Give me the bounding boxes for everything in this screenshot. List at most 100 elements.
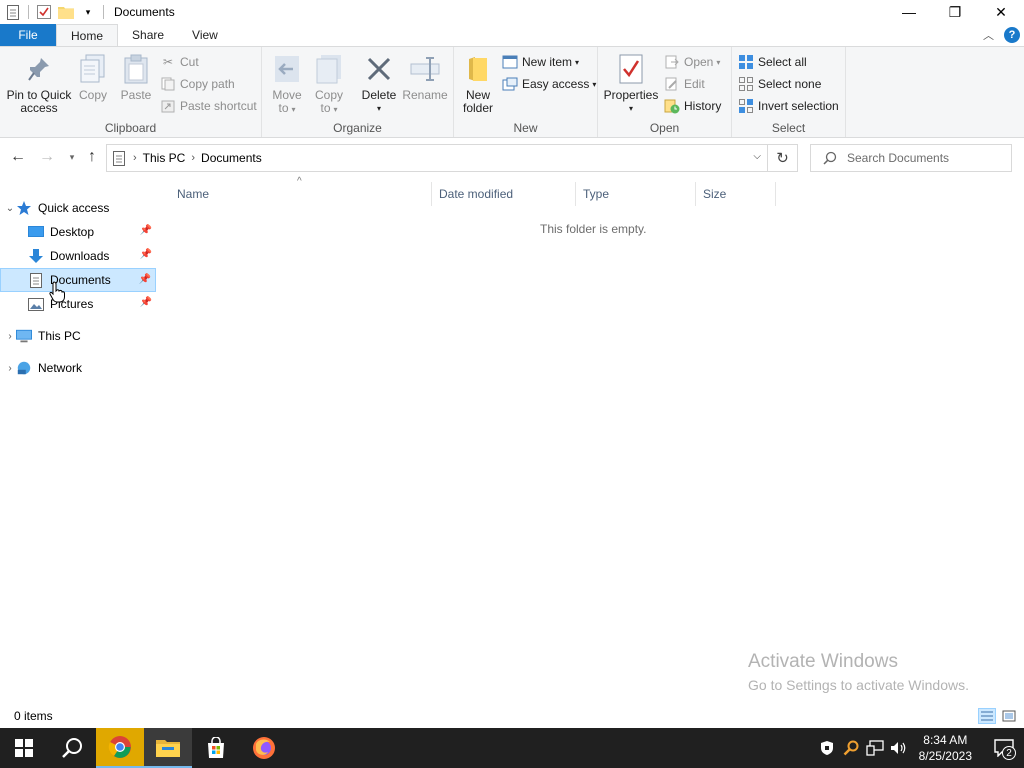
invert-selection-label: Invert selection [758, 99, 839, 113]
new-folder-button[interactable]: New folder [460, 53, 496, 115]
column-header-date-modified[interactable]: Date modified [432, 182, 576, 206]
nav-item-desktop[interactable]: Desktop 📌 [0, 220, 156, 244]
easy-access-button[interactable]: Easy access ▾ [502, 74, 596, 94]
move-to-label-line2: to ▾ [278, 102, 295, 116]
nav-item-downloads[interactable]: Downloads 📌 [0, 244, 156, 268]
help-icon[interactable]: ? [1004, 27, 1020, 43]
properties-icon[interactable] [36, 4, 52, 20]
details-view-icon[interactable] [978, 708, 996, 724]
pin-to-quick-access-button[interactable]: Pin to Quick access [6, 53, 72, 115]
properties-label: Properties [603, 88, 659, 102]
firefox-icon[interactable] [240, 728, 288, 768]
open-button[interactable]: Open ▾ [664, 52, 720, 72]
nav-item-pictures[interactable]: Pictures 📌 [0, 292, 156, 316]
clock-date: 8/25/2023 [918, 749, 972, 763]
view-switcher [978, 708, 1018, 724]
copy-button[interactable]: Copy [76, 53, 110, 102]
breadcrumb-separator-chevron-icon[interactable]: › [191, 152, 195, 164]
nav-quick-access-label: Quick access [38, 201, 110, 215]
location-document-icon [113, 150, 125, 166]
address-bar[interactable]: › This PC › Documents ⌵ [106, 144, 768, 172]
paste-button[interactable]: Paste [116, 53, 156, 102]
column-header-type[interactable]: Type [576, 182, 696, 206]
network-tray-icon[interactable] [863, 728, 887, 768]
invert-selection-button[interactable]: Invert selection [738, 96, 839, 116]
pin-label-line2: access [20, 101, 58, 115]
scissors-icon: ✂ [162, 55, 174, 69]
volume-icon[interactable] [887, 728, 911, 768]
microsoft-store-icon[interactable] [192, 728, 240, 768]
clock[interactable]: 8:34 AM 8/25/2023 [919, 732, 972, 764]
search-input[interactable] [847, 151, 997, 165]
search-icon[interactable] [48, 728, 96, 768]
ribbon-tabs: File Home Share View ︿ ? [0, 24, 1024, 46]
organize-group: Move to ▾ Copy to ▾ Delete ▾ Rename Organi… [262, 47, 454, 137]
pin-icon[interactable]: 📌 [140, 225, 152, 236]
start-windows-icon[interactable] [0, 728, 48, 768]
new-item-icon [502, 54, 518, 70]
tab-home[interactable]: Home [56, 24, 119, 46]
nav-quick-access[interactable]: ⌄ Quick access [0, 196, 156, 220]
refresh-icon[interactable]: ↻ [768, 144, 798, 172]
search-box[interactable] [810, 144, 1012, 172]
copy-to-button[interactable]: Copy to ▾ [312, 53, 346, 116]
paste-shortcut-label: Paste shortcut [180, 99, 257, 113]
taskbar: 8:34 AM 8/25/2023 2 [0, 728, 1024, 768]
new-folder-icon[interactable] [58, 4, 74, 20]
expand-chevron-right-icon[interactable]: › [4, 331, 16, 342]
breadcrumb-this-pc[interactable]: This PC [143, 151, 186, 165]
select-all-button[interactable]: Select all [738, 52, 807, 72]
close-button[interactable]: ✕ [978, 0, 1024, 24]
minimize-ribbon-chevron-up-icon[interactable]: ︿ [983, 27, 994, 43]
window-title: Documents [114, 5, 175, 19]
forward-arrow-icon[interactable]: → [37, 148, 57, 166]
back-arrow-icon[interactable]: ← [8, 148, 28, 166]
customize-toolbar-chevron-down-icon[interactable]: ▾ [80, 4, 96, 20]
notification-count-badge: 2 [1002, 746, 1016, 760]
copy-path-button[interactable]: Copy path [160, 74, 235, 94]
history-button[interactable]: History [664, 96, 721, 116]
properties-button[interactable]: Properties ▾ [604, 53, 658, 115]
expand-chevron-right-icon[interactable]: › [4, 363, 16, 374]
nav-network[interactable]: › Network [0, 356, 156, 380]
new-item-button[interactable]: New item ▾ [502, 52, 579, 72]
pin-icon[interactable]: 📌 [140, 297, 152, 308]
large-icons-view-icon[interactable] [1000, 708, 1018, 724]
action-center-icon[interactable]: 2 [984, 728, 1024, 768]
tab-view[interactable]: View [178, 24, 232, 46]
chevron-down-icon: ▾ [291, 105, 296, 114]
delete-button[interactable]: Delete ▾ [360, 53, 398, 115]
minimize-button[interactable]: — [886, 0, 932, 24]
document-app-icon[interactable] [5, 4, 21, 20]
maximize-button[interactable]: ❐ [932, 0, 978, 24]
delete-label: Delete [361, 88, 397, 102]
edit-button[interactable]: Edit [664, 74, 705, 94]
select-none-button[interactable]: Select none [738, 74, 821, 94]
expand-chevron-down-icon[interactable]: ⌄ [4, 203, 16, 214]
copy-to-icon [313, 53, 345, 85]
file-explorer-icon[interactable] [144, 728, 192, 768]
breadcrumb-separator-chevron-icon[interactable]: › [133, 152, 137, 164]
security-shield-icon[interactable] [815, 728, 839, 768]
recent-locations-chevron-down-icon[interactable]: ▾ [62, 152, 82, 163]
up-arrow-icon[interactable]: ↑ [82, 148, 102, 166]
nav-item-documents[interactable]: Documents 📌 [0, 268, 156, 292]
chrome-icon[interactable] [96, 728, 144, 768]
document-icon [28, 272, 44, 288]
paste-shortcut-button[interactable]: Paste shortcut [160, 96, 257, 116]
pin-icon[interactable]: 📌 [139, 274, 151, 285]
open-icon [664, 54, 680, 70]
move-to-button[interactable]: Move to ▾ [270, 53, 304, 116]
cut-button[interactable]: ✂ Cut [160, 52, 199, 72]
pin-icon[interactable]: 📌 [140, 249, 152, 260]
column-header-name[interactable]: Name [170, 182, 432, 206]
column-header-size[interactable]: Size [696, 182, 776, 206]
tab-share[interactable]: Share [118, 24, 178, 46]
nav-this-pc[interactable]: › This PC [0, 324, 156, 348]
rename-button[interactable]: Rename [402, 53, 448, 102]
address-history-chevron-down-icon[interactable]: ⌵ [753, 151, 761, 162]
breadcrumb-documents[interactable]: Documents [201, 151, 262, 165]
paste-label: Paste [120, 88, 152, 102]
search-magnifier-tray-icon[interactable] [839, 728, 863, 768]
tab-file[interactable]: File [0, 24, 56, 46]
